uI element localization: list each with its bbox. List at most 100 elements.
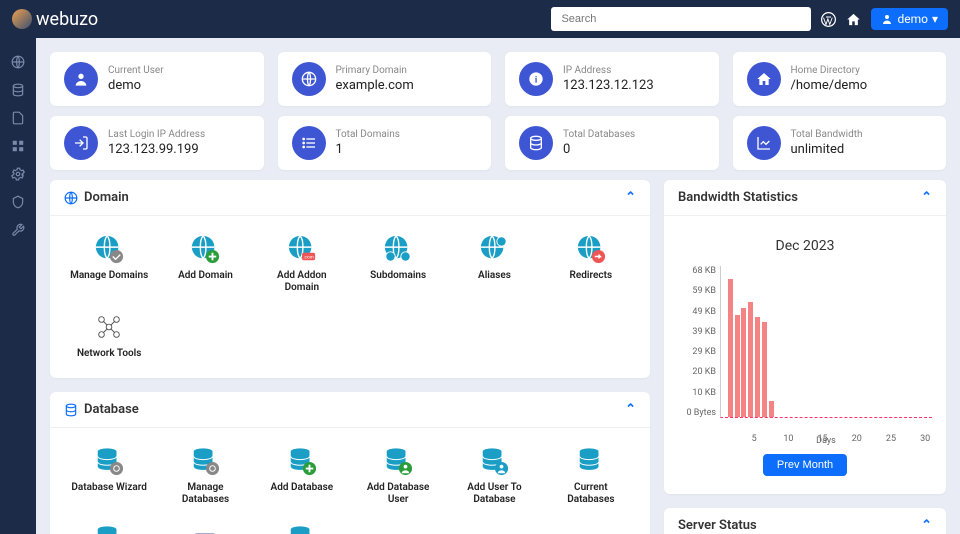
app-label: Add Database User bbox=[357, 482, 439, 506]
app-icon bbox=[479, 446, 509, 476]
chart-bar bbox=[741, 308, 746, 417]
chevron-up-icon: ⌃ bbox=[625, 190, 636, 205]
app-icon bbox=[94, 524, 124, 534]
domain-panel: Domain ⌃ Manage DomainsAdd Domain.comAdd… bbox=[50, 180, 650, 378]
domain-item[interactable]: Aliases bbox=[449, 230, 539, 298]
app-icon bbox=[190, 234, 220, 264]
svg-text:i: i bbox=[535, 75, 538, 85]
home-icon[interactable] bbox=[846, 12, 861, 27]
app-icon bbox=[287, 524, 317, 534]
wordpress-icon[interactable] bbox=[821, 12, 836, 27]
home-icon bbox=[747, 62, 781, 96]
server-status-panel: Server Status ⌃ bbox=[664, 508, 946, 534]
database-item[interactable]: phpphpMyAdmin bbox=[160, 520, 250, 534]
chart-bar bbox=[755, 317, 760, 417]
card-label: Last Login IP Address bbox=[108, 129, 205, 140]
database-item[interactable]: Add Database User bbox=[353, 442, 443, 510]
info-card: Home Directory/home/demo bbox=[733, 52, 947, 106]
search-input[interactable] bbox=[551, 7, 811, 31]
app-label: Current Databases bbox=[550, 482, 632, 506]
card-value: 0 bbox=[563, 142, 635, 157]
database-item[interactable]: Add User To Database bbox=[449, 442, 539, 510]
app-label: Database Wizard bbox=[71, 482, 147, 494]
app-label: Manage Databases bbox=[164, 482, 246, 506]
y-tick: 59 KB bbox=[678, 286, 716, 296]
app-icon: php bbox=[190, 524, 220, 534]
bandwidth-panel: Bandwidth Statistics ⌃ Dec 2023 68 KB 59 … bbox=[664, 180, 946, 494]
y-tick: 49 KB bbox=[678, 307, 716, 317]
bandwidth-panel-title: Bandwidth Statistics bbox=[678, 190, 798, 205]
domain-item[interactable]: Add Domain bbox=[160, 230, 250, 298]
y-tick: 68 KB bbox=[678, 266, 716, 276]
database-item[interactable]: Manage Databases bbox=[160, 442, 250, 510]
app-icon bbox=[190, 446, 220, 476]
chart-title: Dec 2023 bbox=[678, 238, 932, 254]
card-value: unlimited bbox=[791, 142, 863, 157]
chevron-up-icon: ⌃ bbox=[921, 190, 932, 205]
card-value: 123.123.12.123 bbox=[563, 78, 654, 93]
domain-item[interactable]: Network Tools bbox=[64, 308, 154, 364]
sidebar-item-files[interactable] bbox=[0, 104, 36, 132]
database-item[interactable]: Add Database bbox=[257, 442, 347, 510]
sidebar-item-apps[interactable] bbox=[0, 132, 36, 160]
svg-text:.com: .com bbox=[303, 255, 313, 260]
globe-icon bbox=[64, 191, 78, 205]
brand-text: webuzo bbox=[36, 9, 98, 30]
card-value: example.com bbox=[336, 78, 414, 93]
sidebar-item-tools[interactable] bbox=[0, 216, 36, 244]
sidebar bbox=[0, 38, 36, 534]
app-icon bbox=[94, 446, 124, 476]
card-label: Total Databases bbox=[563, 129, 635, 140]
domain-item[interactable]: Redirects bbox=[546, 230, 636, 298]
info-card: Total Bandwidth unlimited bbox=[733, 116, 947, 170]
card-label: Current User bbox=[108, 65, 164, 76]
info-card: Primary Domainexample.com bbox=[278, 52, 492, 106]
sidebar-item-security[interactable] bbox=[0, 188, 36, 216]
card-value: /home/demo bbox=[791, 78, 868, 93]
sidebar-item-domain[interactable] bbox=[0, 48, 36, 76]
card-value: 123.123.99.199 bbox=[108, 142, 205, 157]
user-icon bbox=[64, 62, 98, 96]
info-card: Total Domains1 bbox=[278, 116, 492, 170]
server-status-header[interactable]: Server Status ⌃ bbox=[664, 508, 946, 534]
user-name: demo bbox=[897, 12, 928, 26]
domain-item[interactable]: Subdomains bbox=[353, 230, 443, 298]
app-label: Redirects bbox=[570, 270, 613, 282]
app-icon bbox=[94, 234, 124, 264]
y-tick: 39 KB bbox=[678, 327, 716, 337]
app-icon bbox=[479, 234, 509, 264]
user-menu-button[interactable]: demo ▾ bbox=[871, 8, 948, 30]
info-icon: i bbox=[519, 62, 553, 96]
logo: webuzo bbox=[12, 9, 98, 30]
database-panel-header[interactable]: Database ⌃ bbox=[50, 392, 650, 428]
card-value: demo bbox=[108, 78, 164, 93]
domain-panel-header[interactable]: Domain ⌃ bbox=[50, 180, 650, 216]
topbar: webuzo demo ▾ bbox=[0, 0, 960, 38]
y-tick: 20 KB bbox=[678, 367, 716, 377]
database-item[interactable]: Remote Mysql Access bbox=[257, 520, 347, 534]
domain-item[interactable]: .comAdd Addon Domain bbox=[257, 230, 347, 298]
prev-month-button[interactable]: Prev Month bbox=[763, 454, 847, 476]
chart-bar bbox=[762, 322, 767, 417]
chevron-down-icon: ▾ bbox=[932, 12, 938, 26]
card-value: 1 bbox=[336, 142, 400, 157]
info-card: Current User demo bbox=[50, 52, 264, 106]
chart-icon bbox=[747, 126, 781, 160]
x-axis-label: Days bbox=[720, 436, 932, 446]
chevron-up-icon: ⌃ bbox=[625, 402, 636, 417]
bandwidth-panel-header[interactable]: Bandwidth Statistics ⌃ bbox=[664, 180, 946, 216]
database-icon bbox=[64, 403, 78, 417]
domain-item[interactable]: Manage Domains bbox=[64, 230, 154, 298]
database-item[interactable]: Current Databases bbox=[546, 442, 636, 510]
server-status-title: Server Status bbox=[678, 518, 757, 533]
database-item[interactable]: Current Database Users bbox=[64, 520, 154, 534]
app-label: Add User To Database bbox=[453, 482, 535, 506]
globe-icon bbox=[292, 62, 326, 96]
sidebar-item-settings[interactable] bbox=[0, 160, 36, 188]
y-tick: 29 KB bbox=[678, 347, 716, 357]
sidebar-item-database[interactable] bbox=[0, 76, 36, 104]
card-label: Total Bandwidth bbox=[791, 129, 863, 140]
chevron-up-icon: ⌃ bbox=[921, 518, 932, 533]
database-item[interactable]: Database Wizard bbox=[64, 442, 154, 510]
db-icon bbox=[519, 126, 553, 160]
